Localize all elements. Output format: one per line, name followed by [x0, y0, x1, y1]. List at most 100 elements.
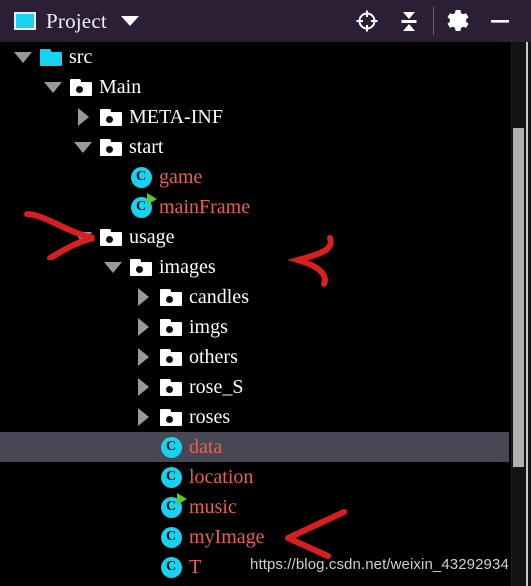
scrollbar-edge-line	[526, 42, 528, 586]
tree-indent-spacer	[98, 192, 128, 222]
locate-button[interactable]	[346, 0, 388, 42]
expand-arrow-right-icon[interactable]	[128, 342, 158, 372]
tree-row-content: others	[128, 342, 238, 372]
collapse-all-button[interactable]	[388, 0, 430, 42]
expand-arrow-right-icon[interactable]	[128, 312, 158, 342]
tree-row-content: CT	[128, 552, 201, 582]
tree-row-music[interactable]: Cmusic	[0, 492, 531, 522]
tree-row-mainframe[interactable]: CmainFrame	[0, 192, 531, 222]
tree-row-label: usage	[129, 226, 175, 248]
project-window-icon	[14, 12, 36, 30]
tree-row-label: mainFrame	[159, 196, 251, 218]
java-class-icon: C	[158, 432, 184, 462]
folder-icon	[128, 252, 154, 282]
expand-arrow-down-icon[interactable]	[8, 42, 38, 72]
tree-row-content: Cgame	[98, 162, 202, 192]
tree-row-label: music	[189, 496, 237, 518]
tree-row-roses[interactable]: roses	[0, 402, 531, 432]
expand-arrow-right-icon[interactable]	[128, 402, 158, 432]
folder-icon	[158, 402, 184, 432]
tree-row-label: game	[159, 166, 203, 188]
tree-row-label: location	[189, 466, 254, 488]
run-marker-icon	[176, 492, 187, 505]
tree-row-data[interactable]: Cdata	[0, 432, 531, 462]
project-tree[interactable]: src Main META-INF start Cgame CmainFrame usage…	[0, 42, 531, 586]
expand-arrow-right-icon[interactable]	[128, 282, 158, 312]
triangle-down-icon	[74, 231, 92, 243]
triangle-right-icon	[137, 408, 149, 426]
tree-row-content: src	[8, 42, 92, 72]
tree-row-myimage[interactable]: CmyImage	[0, 522, 531, 552]
gear-icon	[447, 10, 469, 32]
vertical-scrollbar-thumb[interactable]	[513, 128, 524, 467]
tree-row-label: T	[189, 556, 202, 578]
tree-row-content: start	[68, 132, 163, 162]
tree-indent-spacer	[128, 462, 158, 492]
tree-row-label: roses	[189, 406, 231, 428]
tree-row-content: CmyImage	[128, 522, 265, 552]
triangle-right-icon	[137, 348, 149, 366]
folder-icon	[158, 282, 184, 312]
tree-row-content: Clocation	[128, 462, 253, 492]
expand-arrow-right-icon[interactable]	[68, 102, 98, 132]
tree-row-content: usage	[68, 222, 175, 252]
java-class-icon: C	[158, 462, 184, 492]
tree-row-content: rose_S	[128, 372, 243, 402]
folder-icon	[158, 372, 184, 402]
expand-arrow-down-icon[interactable]	[98, 252, 128, 282]
java-class-icon: C	[128, 192, 157, 222]
tree-row-images[interactable]: images	[0, 252, 531, 282]
tree-indent-spacer	[128, 522, 158, 552]
triangle-down-icon	[44, 81, 62, 93]
tree-row-label: start	[129, 136, 164, 158]
expand-arrow-down-icon[interactable]	[68, 132, 98, 162]
run-marker-icon	[146, 192, 157, 205]
vertical-scrollbar-track[interactable]	[511, 42, 531, 586]
triangle-down-icon	[104, 261, 122, 273]
triangle-right-icon	[137, 318, 149, 336]
folder-source-root-icon	[38, 42, 64, 72]
tree-row-rose_s[interactable]: rose_S	[0, 372, 531, 402]
tree-row-label: src	[69, 46, 93, 68]
hide-button[interactable]	[479, 0, 521, 42]
settings-button[interactable]	[437, 0, 479, 42]
tree-row-content: Main	[38, 72, 141, 102]
tree-row-meta-inf[interactable]: META-INF	[0, 102, 531, 132]
triangle-right-icon	[137, 288, 149, 306]
expand-arrow-right-icon[interactable]	[128, 372, 158, 402]
tree-row-usage[interactable]: usage	[0, 222, 531, 252]
java-class-icon: C	[158, 492, 187, 522]
expand-arrow-down-icon[interactable]	[38, 72, 68, 102]
minimize-icon	[491, 20, 509, 23]
tree-row-src[interactable]: src	[0, 42, 531, 72]
chevron-down-icon[interactable]	[120, 16, 139, 26]
tree-row-content: Cmusic	[128, 492, 237, 522]
tree-row-label: myImage	[189, 526, 265, 548]
tree-row-label: data	[189, 436, 223, 458]
tree-row-label: imgs	[189, 316, 228, 338]
folder-icon	[98, 222, 124, 252]
tree-row-label: images	[159, 256, 216, 278]
tree-row-candles[interactable]: candles	[0, 282, 531, 312]
tree-row-others[interactable]: others	[0, 342, 531, 372]
folder-icon	[68, 72, 94, 102]
tree-row-content: candles	[128, 282, 249, 312]
tree-row-label: rose_S	[189, 376, 244, 398]
tree-row-content: META-INF	[68, 102, 223, 132]
tree-indent-spacer	[128, 432, 158, 462]
collapse-all-icon	[401, 12, 417, 31]
java-class-icon: C	[128, 162, 154, 192]
tree-row-imgs[interactable]: imgs	[0, 312, 531, 342]
tree-indent-spacer	[128, 552, 158, 582]
tree-row-start[interactable]: start	[0, 132, 531, 162]
tree-row-label: candles	[189, 286, 249, 308]
tool-window-title-group[interactable]: Project	[14, 9, 346, 34]
triangle-down-icon	[14, 51, 32, 63]
tree-row-content: roses	[128, 402, 230, 432]
watermark-text: https://blog.csdn.net/weixin_43292934	[250, 556, 509, 573]
tree-row-main[interactable]: Main	[0, 72, 531, 102]
tree-row-game[interactable]: Cgame	[0, 162, 531, 192]
expand-arrow-down-icon[interactable]	[68, 222, 98, 252]
triangle-right-icon	[137, 378, 149, 396]
tree-row-location[interactable]: Clocation	[0, 462, 531, 492]
